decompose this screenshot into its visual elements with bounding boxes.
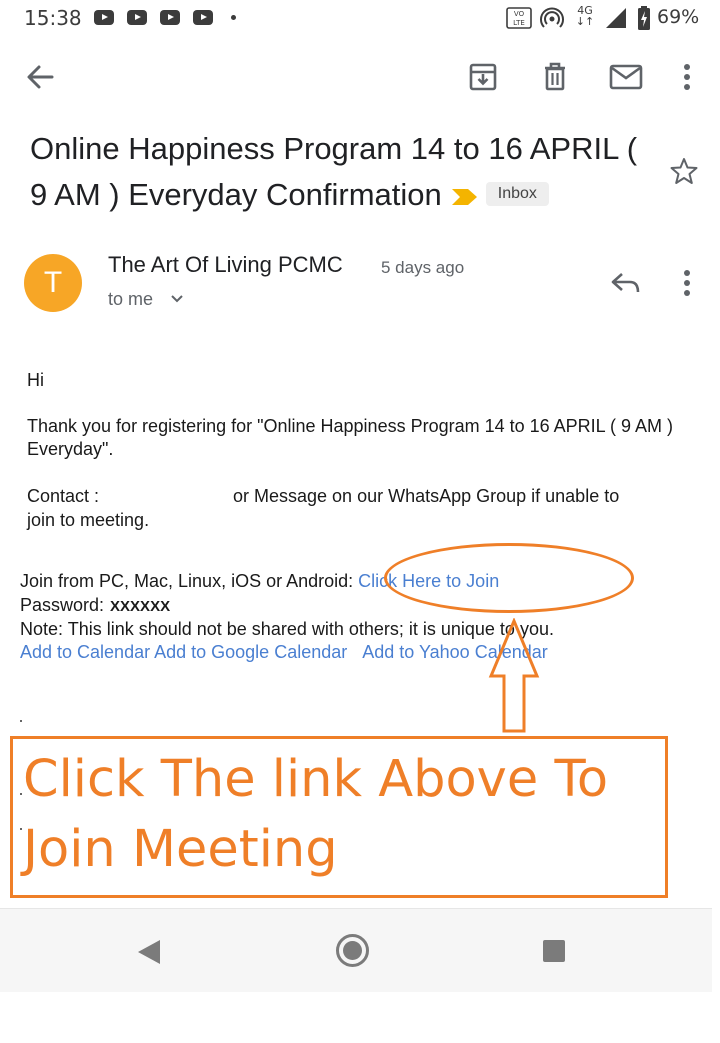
network-type-label: 4G <box>577 4 593 17</box>
recipient-details-toggle[interactable]: to me <box>108 289 153 310</box>
sender-avatar[interactable]: T <box>24 254 82 312</box>
nav-back-icon[interactable] <box>138 940 160 964</box>
contact-label: Contact : <box>27 486 100 506</box>
star-icon[interactable] <box>670 157 698 185</box>
nav-recents-icon[interactable] <box>543 940 565 962</box>
chevron-down-icon[interactable] <box>170 294 184 304</box>
back-arrow-icon[interactable] <box>24 62 56 92</box>
sender-name[interactable]: The Art Of Living PCMC <box>108 252 343 278</box>
annotation-line1: Click The link Above To <box>23 750 609 809</box>
note-text: Note: This link should not be shared wit… <box>20 619 554 639</box>
contact-text-line: or Message on our WhatsApp Group if unab… <box>233 486 620 506</box>
notification-dot-icon <box>231 15 236 20</box>
more-vert-icon[interactable] <box>680 268 694 298</box>
hotspot-icon <box>540 7 564 28</box>
system-nav-bar <box>0 908 712 992</box>
youtube-icon <box>127 10 147 25</box>
battery-percent: 69% <box>657 6 700 28</box>
battery-icon <box>638 6 650 30</box>
svg-text:LTE: LTE <box>513 19 525 27</box>
recipient-label: to me <box>108 289 154 309</box>
calendar-links: Add to Calendar Add to Google Calendar A… <box>20 641 548 664</box>
sent-time: 5 days ago <box>381 258 465 277</box>
annotation-callout-box: Click The link Above To Join Meeting <box>10 736 668 898</box>
email-subject: Online Happiness Program 14 to 16 APRIL … <box>30 126 650 218</box>
signal-icon <box>606 8 626 28</box>
inbox-label-chip[interactable]: Inbox <box>485 181 549 206</box>
more-vert-icon[interactable] <box>680 62 694 92</box>
volte-icon: VO LTE <box>506 7 532 29</box>
svg-text:VO: VO <box>514 10 525 18</box>
password-line: Password: XXXXXX <box>20 594 170 618</box>
greeting: Hi <box>27 370 44 390</box>
youtube-icon <box>94 10 114 25</box>
delete-icon[interactable] <box>540 61 570 93</box>
youtube-icon <box>193 10 213 25</box>
4g-data-icon: 4G ↓↑ <box>575 4 595 28</box>
stray-dot <box>20 720 22 722</box>
status-time: 15:38 <box>24 6 82 30</box>
annotation-line2: Join Meeting <box>23 820 338 879</box>
archive-icon[interactable] <box>468 61 498 93</box>
join-text: Join from PC, Mac, Linux, iOS or Android… <box>20 571 354 591</box>
status-bar: 15:38 VO LTE 4G ↓↑ 69% <box>0 0 720 38</box>
annotation-highlight-ellipse <box>384 543 634 613</box>
contact-text-line2: join to meeting. <box>27 510 150 530</box>
add-to-calendar-link[interactable]: Add to Calendar <box>20 642 150 662</box>
mark-unread-icon[interactable] <box>609 63 643 91</box>
importance-marker-icon[interactable] <box>451 187 478 207</box>
reply-icon[interactable] <box>610 270 642 296</box>
annotation-text: Click The link Above To Join Meeting <box>23 745 608 885</box>
password-label: Password: <box>20 595 105 615</box>
youtube-icon <box>160 10 180 25</box>
thanks-text: Thank you for registering for "Online Ha… <box>27 416 674 459</box>
annotation-up-arrow-icon <box>488 618 540 733</box>
password-value: XXXXXX <box>110 598 171 615</box>
nav-home-icon[interactable] <box>336 934 369 967</box>
add-to-google-calendar-link[interactable]: Add to Google Calendar <box>154 642 347 662</box>
